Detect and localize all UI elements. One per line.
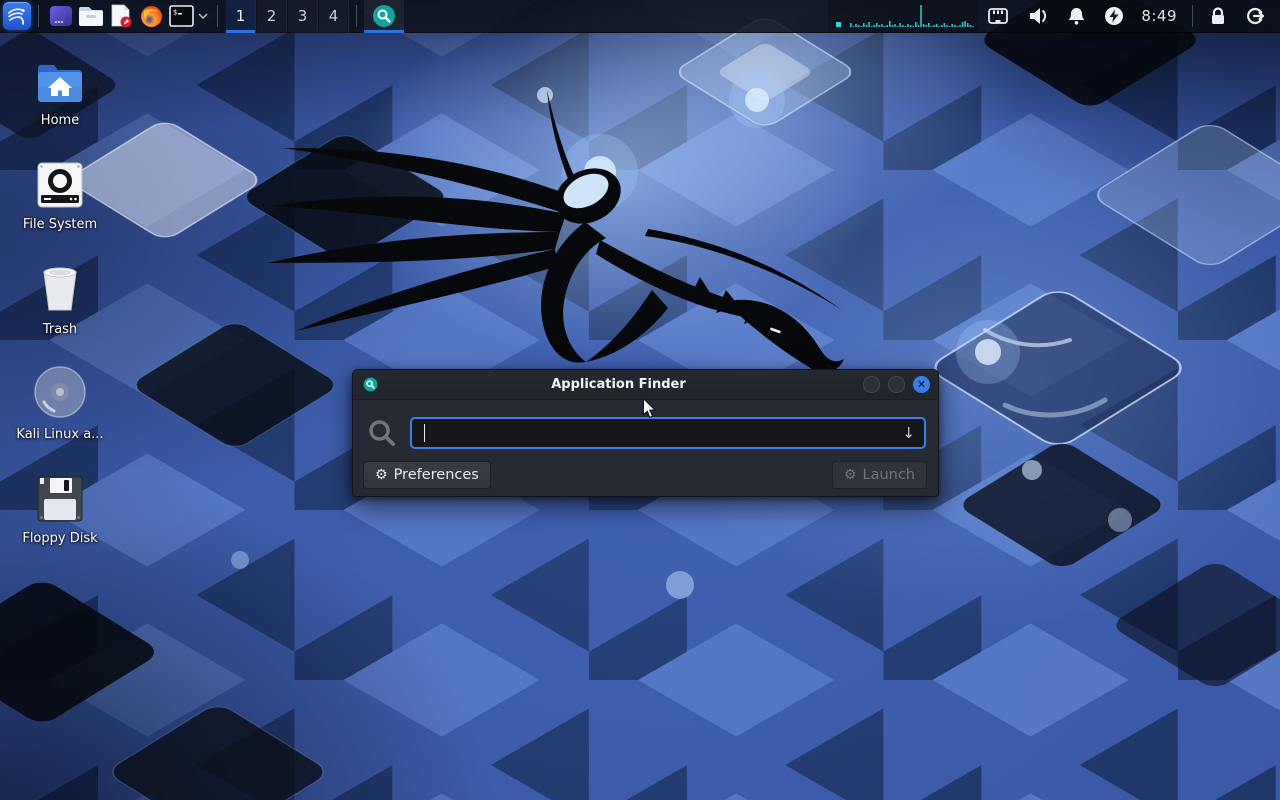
logout-icon: [1245, 6, 1265, 26]
minimize-button[interactable]: [863, 376, 880, 393]
power-icon: [1104, 6, 1124, 26]
launch-label: Launch: [862, 467, 915, 483]
finder-task-icon: [372, 4, 396, 28]
gear-icon: ⚙: [375, 468, 388, 482]
volume-icon: [1027, 6, 1049, 26]
search-input[interactable]: ↓: [410, 417, 926, 449]
application-finder-window: Application Finder ✕ ↓ ⚙ Preferences ⚙ L…: [352, 369, 939, 497]
launcher-file-manager[interactable]: [76, 1, 106, 31]
launcher-text-editor[interactable]: [106, 1, 136, 31]
cpu-legend-swatch: [836, 22, 841, 27]
desktop-icon-floppy-disk[interactable]: Floppy Disk: [2, 470, 118, 572]
launcher-app-window[interactable]: [46, 1, 76, 31]
floppy-icon: [37, 470, 83, 522]
panel-separator: [356, 5, 357, 27]
workspace-4[interactable]: 4: [318, 0, 349, 33]
kali-logo-icon: [6, 5, 28, 27]
launcher-firefox[interactable]: [136, 1, 166, 31]
panel-separator: [38, 5, 39, 27]
desktop-icon-label: Trash: [43, 322, 77, 337]
volume-tray-button[interactable]: [1027, 6, 1049, 26]
launch-button[interactable]: ⚙ Launch: [832, 461, 927, 489]
drive-icon: [37, 156, 83, 208]
desktop-icon-home[interactable]: Home: [2, 52, 118, 154]
window-app-icon: [363, 377, 378, 392]
clock[interactable]: 8:49: [1141, 7, 1177, 25]
workspace-number: 2: [267, 7, 277, 25]
close-button[interactable]: ✕: [913, 376, 930, 393]
home-folder-icon: [36, 52, 84, 104]
svg-text:$: $: [173, 9, 177, 17]
cd-disc-icon: [34, 366, 86, 418]
lock-screen-button[interactable]: [1209, 6, 1227, 26]
power-manager-tray-button[interactable]: [1104, 6, 1124, 26]
window-title: Application Finder: [393, 377, 844, 392]
desktop-icon-label: File System: [23, 217, 97, 232]
arrow-down-icon[interactable]: ↓: [902, 426, 915, 441]
workspace-number: 1: [236, 7, 246, 25]
panel-separator: [217, 5, 218, 27]
desktop-icon-label: Home: [41, 113, 79, 128]
desktop-icon-kali-cd[interactable]: Kali Linux a...: [2, 366, 118, 468]
trash-icon: [37, 261, 83, 313]
launch-gear-icon: ⚙: [844, 468, 857, 482]
preferences-button[interactable]: ⚙ Preferences: [363, 461, 491, 489]
mouse-cursor: [640, 398, 658, 418]
desktop-icon-trash[interactable]: Trash: [2, 261, 118, 363]
text-editor-icon: [109, 4, 133, 28]
desktop-icon-file-system[interactable]: File System: [2, 156, 118, 258]
terminal-icon: $: [169, 5, 194, 27]
panel-separator: [1192, 5, 1193, 27]
network-tray-button[interactable]: [987, 7, 1009, 25]
file-manager-icon: [78, 5, 104, 27]
search-icon: [367, 418, 397, 448]
logout-button[interactable]: [1245, 6, 1265, 26]
applications-menu-button[interactable]: [3, 2, 31, 30]
text-caret: [424, 424, 425, 442]
desktop-icon-label: Kali Linux a...: [16, 427, 103, 442]
maximize-button[interactable]: [888, 376, 905, 393]
app-window-icon: [49, 5, 73, 27]
workspace-number: 4: [329, 7, 339, 25]
lock-icon: [1209, 6, 1227, 26]
workspace-number: 3: [298, 7, 308, 25]
terminal-dropdown-button[interactable]: [196, 13, 210, 19]
desktop-icon-label: Floppy Disk: [22, 531, 97, 546]
workspace-2[interactable]: 2: [256, 0, 287, 33]
cpu-history-graph[interactable]: [828, 0, 978, 33]
window-titlebar[interactable]: Application Finder ✕: [353, 370, 938, 400]
workspace-1[interactable]: 1: [225, 0, 256, 33]
firefox-icon: [140, 5, 163, 28]
top-panel: $ 1 2 3 4: [0, 0, 1280, 33]
workspace-3[interactable]: 3: [287, 0, 318, 33]
notifications-bell-icon: [1067, 6, 1086, 26]
preferences-label: Preferences: [394, 467, 479, 483]
taskbar-application-finder[interactable]: [364, 0, 404, 33]
launcher-terminal[interactable]: $: [166, 1, 196, 31]
notifications-tray-button[interactable]: [1067, 6, 1086, 26]
network-icon: [987, 7, 1009, 25]
chevron-down-icon: [198, 13, 208, 19]
